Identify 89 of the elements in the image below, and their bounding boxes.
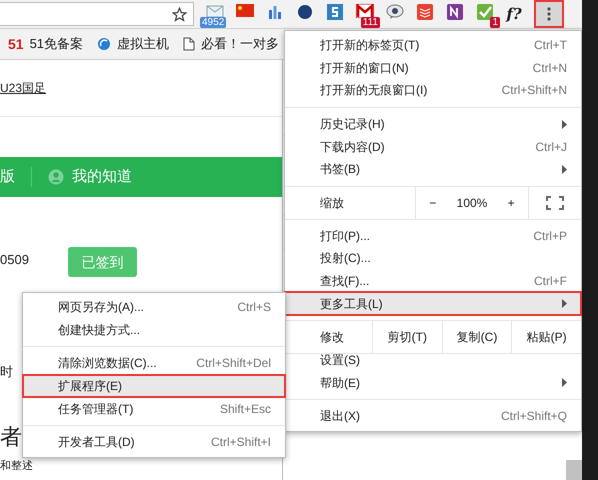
fullscreen-icon[interactable]: [546, 196, 564, 210]
bookmark-link[interactable]: 虚拟主机: [117, 34, 170, 54]
checklist-icon: [417, 4, 433, 20]
menu-item-label: 打印(P)...: [319, 228, 371, 245]
menu-item-label: 查找(F)...: [319, 273, 370, 290]
extension-button[interactable]: 1: [470, 0, 500, 28]
extension-button[interactable]: 4952: [200, 0, 230, 28]
shortcut-label: Ctrl+J: [534, 138, 567, 156]
menu-item[interactable]: 查找(F)... Ctrl+F: [285, 270, 581, 292]
edit-action-button[interactable]: 粘贴(P): [511, 320, 582, 353]
menu-icon: [547, 7, 551, 21]
menu-item-label: 网页另存为(A)...: [57, 299, 145, 316]
menu-item[interactable]: 投射(C)...: [285, 247, 581, 270]
menu-item[interactable]: 网页另存为(A)... Ctrl+S: [23, 296, 285, 319]
zoom-out-button[interactable]: −: [422, 194, 443, 212]
menu-item-label: 打开新的无痕窗口(I): [319, 82, 428, 100]
s-square-icon: [327, 4, 343, 20]
menu-item[interactable]: 扩展程序(E): [23, 374, 285, 398]
menu-item[interactable]: 打开新的标签页(T) Ctrl+T: [285, 34, 581, 57]
zoom-value: 100%: [456, 194, 488, 212]
menu-item-label: 创建快捷方式...: [57, 322, 142, 339]
menu-button[interactable]: [536, 2, 562, 26]
shortcut-label: Ctrl+S: [236, 299, 271, 316]
shortcut-label: Ctrl+Shift+Q: [500, 408, 567, 426]
edit-label: 修改: [319, 328, 345, 346]
menu-item-label: 书签(B): [319, 161, 361, 178]
scrollbar[interactable]: [566, 460, 582, 480]
shortcut-label: Ctrl+N: [532, 60, 567, 77]
menu-item[interactable]: 书签(B): [285, 158, 581, 181]
page-icon: [183, 37, 196, 51]
edit-action-button[interactable]: 复制(C): [442, 320, 512, 353]
shortcut-label: Ctrl+T: [533, 37, 567, 54]
shortcut-label: Ctrl+Shift+Del: [195, 355, 271, 372]
shortcut-label: Ctrl+Shift+I: [210, 434, 271, 452]
menu-item[interactable]: 创建快捷方式...: [23, 318, 285, 342]
menu-item-label: 更多工具(L): [319, 296, 384, 313]
swirl-icon: [97, 37, 112, 51]
text-fragment: 和整述: [0, 459, 33, 474]
menu-item[interactable]: 清除浏览数据(C)... Ctrl+Shift+Del: [23, 352, 285, 375]
menu-item-label: 帮助(E): [319, 374, 361, 392]
text-fragment: 时: [0, 363, 13, 381]
menu-item[interactable]: 打印(P)... Ctrl+P: [285, 224, 581, 248]
star-icon[interactable]: [172, 6, 187, 22]
shortcut-label: Shift+Esc: [218, 400, 271, 418]
menu-item-label: 任务管理器(T): [57, 400, 134, 418]
extension-button[interactable]: 111: [350, 0, 380, 28]
shortcut-label: Ctrl+Shift+N: [500, 82, 567, 100]
zoom-label: 缩放: [319, 194, 345, 212]
menu-item-label: 打开新的标签页(T): [319, 37, 420, 54]
site-logo: 51: [8, 34, 24, 54]
speech-bubble-icon: [386, 4, 404, 20]
menu-item[interactable]: 下载内容(D) Ctrl+J: [285, 135, 581, 158]
flag-icon: [236, 4, 254, 17]
menu-item[interactable]: 历史记录(H): [285, 112, 581, 136]
badge-count: 111: [360, 17, 380, 28]
m-mail-icon: [356, 4, 374, 18]
envelope-icon: [206, 4, 224, 18]
badge-count: 1: [490, 17, 500, 28]
menu-item-label: 扩展程序(E): [57, 378, 123, 396]
bar-chart-icon: [267, 4, 283, 20]
shortcut-label: Ctrl+F: [533, 273, 567, 290]
menu-item[interactable]: 打开新的无痕窗口(I) Ctrl+Shift+N: [285, 79, 581, 102]
number-text: 0509: [0, 251, 30, 269]
circle-logo-icon: [297, 4, 313, 20]
badge-count: 4952: [200, 17, 226, 28]
menu-item-label: 清除浏览数据(C)...: [57, 355, 158, 372]
menu-item[interactable]: 任务管理器(T) Shift+Esc: [23, 397, 285, 420]
menu-item[interactable]: 开发者工具(D) Ctrl+Shift+I: [23, 430, 285, 454]
menu-item-label: 历史记录(H): [319, 116, 386, 134]
menu-item-label: 下载内容(D): [319, 138, 386, 156]
menu-item[interactable]: 帮助(E): [285, 372, 581, 394]
notebook-icon: [447, 4, 463, 20]
edit-action-button[interactable]: 剪切(T): [372, 320, 442, 353]
extension-button[interactable]: f?: [500, 2, 528, 26]
shortcut-label: Ctrl+P: [532, 228, 567, 245]
menu-item[interactable]: 打开新的窗口(N) Ctrl+N: [285, 56, 581, 80]
bookmark-link[interactable]: 必看！一对多: [201, 34, 280, 54]
menu-item-label: 开发者工具(D): [57, 434, 136, 452]
headline-link[interactable]: U23国足: [0, 79, 46, 97]
zoom-in-button[interactable]: +: [501, 194, 522, 212]
menu-item[interactable]: 退出(X) Ctrl+Shift+Q: [285, 405, 581, 428]
text-fragment: 者: [0, 423, 22, 451]
menu-item-label: 投射(C)...: [319, 250, 372, 268]
menu-item-label: 打开新的窗口(N): [319, 60, 410, 77]
menu-item-label: 退出(X): [319, 408, 361, 426]
bookmark-link[interactable]: 51免备案: [30, 34, 84, 54]
menu-item-label: 设置(S): [319, 352, 361, 370]
checkmark-icon: [477, 4, 493, 20]
menu-item[interactable]: 更多工具(L): [285, 292, 581, 315]
